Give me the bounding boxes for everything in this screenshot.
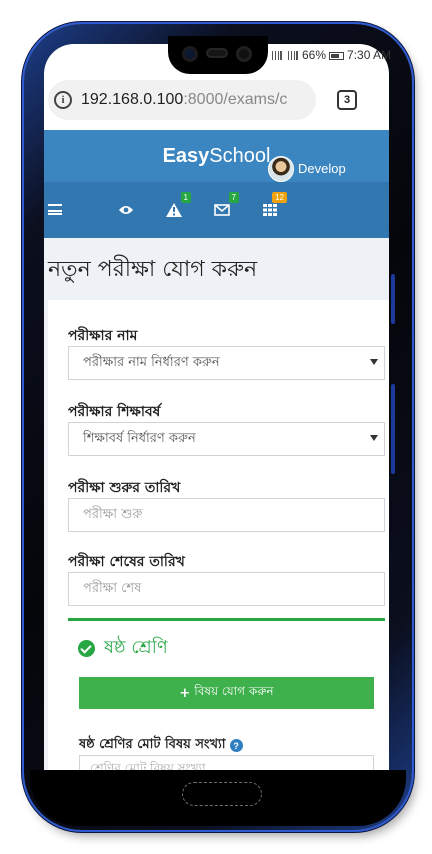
brand-regular: School bbox=[209, 144, 271, 167]
url-text[interactable]: 192.168.0.100:8000/exams/c bbox=[81, 91, 287, 109]
phone-screen: i 192.168.0.100:8000/exams/c 3 EasySchoo… bbox=[44, 44, 389, 770]
user-name[interactable]: Develop bbox=[298, 161, 346, 176]
front-sensor-icon bbox=[236, 46, 252, 62]
alerts-badge: 1 bbox=[180, 192, 191, 203]
exam-name-value: পরীক্ষার নাম নির্ধারণ করুন bbox=[83, 354, 220, 370]
academic-year-select[interactable]: শিক্ষাবর্ষ নির্ধারণ করুন bbox=[68, 422, 385, 456]
help-icon[interactable]: ? bbox=[229, 739, 243, 752]
power-button bbox=[391, 274, 395, 324]
info-icon[interactable]: i bbox=[54, 91, 72, 109]
top-navbar: 1 7 12 bbox=[44, 182, 389, 238]
brand-logo[interactable]: EasySchool bbox=[163, 145, 271, 168]
signal-icon bbox=[270, 51, 282, 61]
url-host: 192.168.0.100 bbox=[81, 91, 184, 108]
front-camera-icon bbox=[182, 46, 198, 62]
apps-badge: 12 bbox=[272, 192, 287, 203]
academic-year-label: পরীক্ষার শিক্ষাবর্ষ bbox=[68, 404, 161, 420]
signal-icon bbox=[286, 51, 298, 61]
start-date-label: পরীক্ষা শুরুর তারিখ bbox=[68, 480, 181, 496]
exam-name-select[interactable]: পরীক্ষার নাম নির্ধারণ করুন bbox=[68, 346, 385, 380]
class-panel: ষষ্ঠ শ্রেণি + বিষয় যোগ করুন ষষ্ঠ শ্রেণি… bbox=[68, 618, 385, 770]
class-name: ষষ্ঠ শ্রেণি bbox=[104, 637, 168, 658]
total-subjects-text: ষষ্ঠ শ্রেণির মোট বিষয় সংখ্যা bbox=[79, 737, 226, 752]
check-circle-icon bbox=[78, 640, 95, 657]
camera-notch bbox=[168, 36, 268, 74]
end-date-input[interactable]: পরীক্ষা শেষ bbox=[68, 572, 385, 606]
tab-switcher-button[interactable]: 3 bbox=[337, 90, 357, 110]
envelope-icon[interactable]: 7 bbox=[213, 192, 239, 221]
speaker-grille bbox=[206, 48, 228, 58]
exam-form-card: পরীক্ষার নাম পরীক্ষার নাম নির্ধারণ করুন … bbox=[48, 300, 389, 770]
end-date-label: পরীক্ষা শেষের তারিখ bbox=[68, 554, 185, 570]
home-button[interactable] bbox=[182, 782, 262, 806]
chevron-down-icon bbox=[370, 359, 378, 365]
exam-name-label: পরীক্ষার নাম bbox=[68, 328, 138, 344]
brand-bold: Easy bbox=[162, 144, 210, 167]
url-path: :8000/exams/c bbox=[183, 91, 288, 108]
plus-icon: + bbox=[179, 685, 191, 701]
main-content: নতুন পরীক্ষা যোগ করুন পরীক্ষার নাম পরীক্… bbox=[44, 238, 389, 770]
menu-icon[interactable] bbox=[48, 204, 62, 215]
battery-percent: 66% bbox=[302, 48, 327, 62]
alerts-icon[interactable]: 1 bbox=[165, 192, 191, 221]
bottom-bezel bbox=[30, 770, 406, 826]
add-subject-label: বিষয় যোগ করুন bbox=[194, 684, 274, 698]
browser-toolbar: i 192.168.0.100:8000/exams/c 3 bbox=[44, 80, 389, 124]
add-subject-button[interactable]: + বিষয় যোগ করুন bbox=[79, 677, 374, 709]
total-subjects-input[interactable]: শ্রেণির মোট বিষয় সংখ্যা bbox=[79, 755, 374, 770]
avatar[interactable] bbox=[268, 156, 294, 182]
messages-badge: 7 bbox=[228, 192, 239, 203]
academic-year-value: শিক্ষাবর্ষ নির্ধারণ করুন bbox=[83, 430, 196, 446]
apps-grid-icon[interactable]: 12 bbox=[261, 192, 287, 221]
class-panel-title: ষষ্ঠ শ্রেণি bbox=[78, 633, 168, 664]
clock: 7:30 AM bbox=[347, 48, 392, 62]
total-subjects-label: ষষ্ঠ শ্রেণির মোট বিষয় সংখ্যা ? bbox=[79, 735, 243, 756]
address-bar[interactable]: i 192.168.0.100:8000/exams/c bbox=[48, 80, 316, 120]
page-title: নতুন পরীক্ষা যোগ করুন bbox=[48, 257, 258, 282]
volume-button bbox=[391, 384, 395, 474]
start-date-input[interactable]: পরীক্ষা শুরু bbox=[68, 498, 385, 532]
battery-icon bbox=[329, 51, 345, 60]
eye-icon[interactable] bbox=[117, 199, 135, 221]
chevron-down-icon bbox=[370, 435, 378, 441]
status-bar: 66% 7:30 AM bbox=[270, 48, 391, 62]
